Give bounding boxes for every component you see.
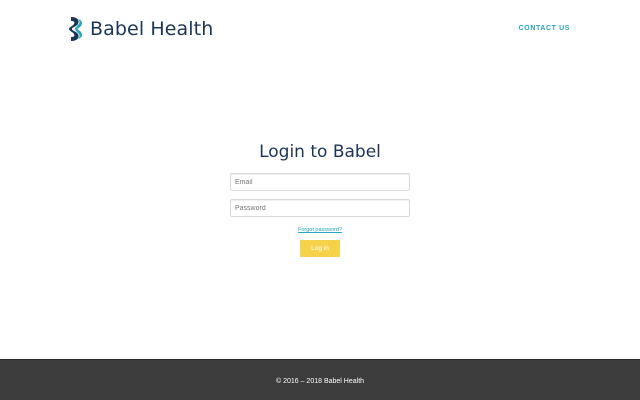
login-title: Login to Babel — [259, 142, 381, 162]
site-header: Babel Health CONTACT US — [0, 0, 640, 60]
login-button[interactable]: Log in — [300, 240, 340, 257]
babel-logo-icon — [69, 17, 82, 41]
password-field[interactable] — [230, 199, 410, 217]
page: Babel Health CONTACT US Login to Babel F… — [0, 0, 640, 400]
login-section: Login to Babel Forgot password? Log in — [0, 140, 640, 257]
copyright-text: © 2016 – 2018 Babel Health — [275, 377, 365, 385]
contact-us-link[interactable]: CONTACT US — [519, 25, 570, 32]
email-field[interactable] — [230, 173, 410, 191]
brand-name: Babel Health — [90, 18, 214, 40]
forgot-password-link[interactable]: Forgot password? — [298, 226, 342, 234]
site-footer: © 2016 – 2018 Babel Health — [0, 359, 640, 400]
brand-logo-link[interactable]: Babel Health — [68, 16, 213, 42]
